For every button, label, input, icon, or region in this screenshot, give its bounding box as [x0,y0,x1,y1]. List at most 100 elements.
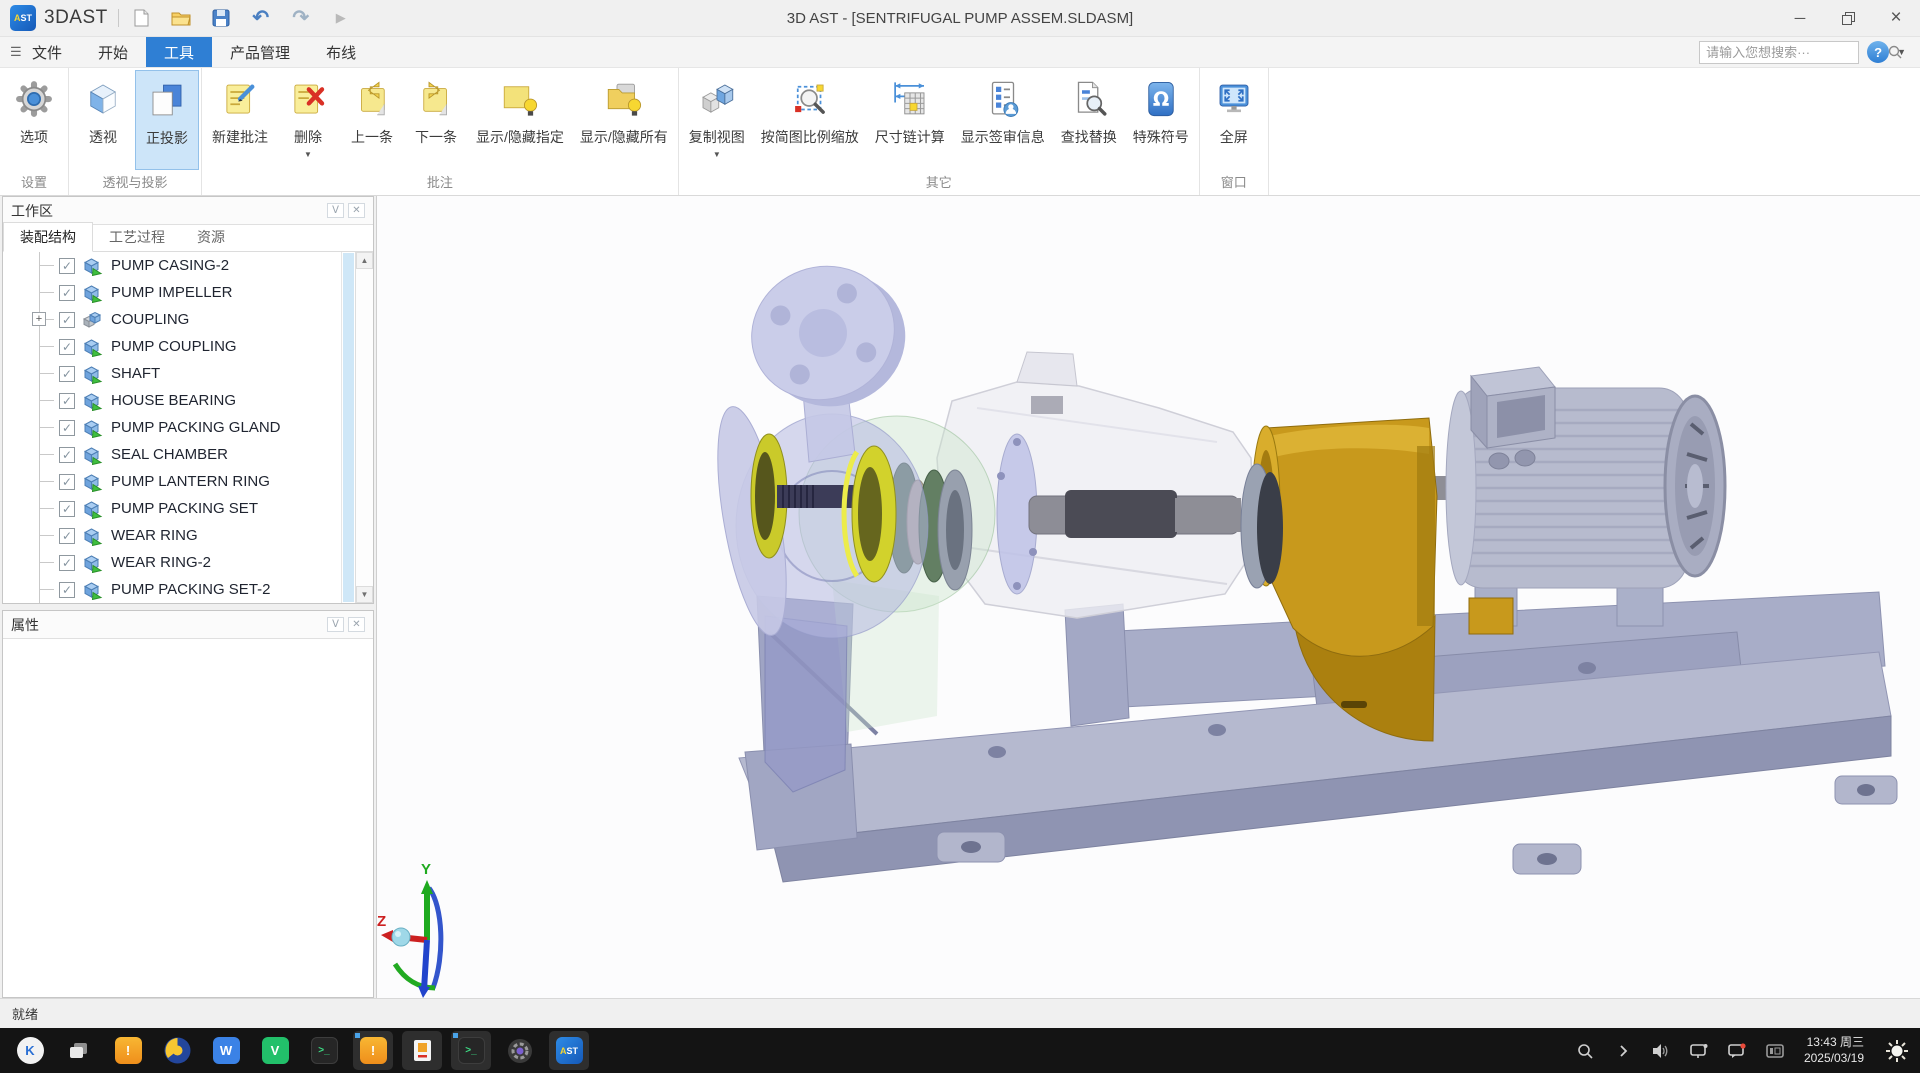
taskbar-ast[interactable]: AST [549,1031,589,1070]
tree-scrollbar-thumb[interactable] [341,252,355,603]
tree-item[interactable]: ✓WEAR RING-2 [3,549,341,576]
tree-item[interactable]: ✓PUMP CASING-2 [3,252,341,279]
scroll-up-icon[interactable]: ▲ [356,252,373,269]
help-button[interactable]: ? [1867,41,1889,63]
tab-home[interactable]: 开始 [80,37,146,67]
mounting-foot [937,832,1005,862]
tree-scrollbar[interactable]: ▲ ▼ [355,252,373,603]
zoom-by-diagram-scale-button[interactable]: 按简图比例缩放 [753,70,867,170]
undo-icon[interactable]: ↶ [249,6,273,30]
show-hide-all-button[interactable]: 显示/隐藏所有 [572,70,676,170]
perspective-button[interactable]: 透视 [71,70,135,170]
tree-item[interactable]: ✓PUMP IMPELLER [3,279,341,306]
panel-collapse-icon[interactable]: ᐯ [327,617,344,632]
taskbar-wps[interactable]: W [206,1031,246,1070]
tray-input-indicator-icon[interactable] [1766,1042,1784,1060]
dropdown-arrow-icon[interactable]: ▼ [713,150,721,159]
checkbox-checked-icon[interactable]: ✓ [59,285,75,301]
expand-icon[interactable]: + [32,312,46,326]
checkbox-checked-icon[interactable]: ✓ [59,582,75,598]
tree-item[interactable]: ✓PUMP LANTERN RING [3,468,341,495]
tray-expand-icon[interactable] [1614,1042,1632,1060]
previous-annotation-button[interactable]: 上一条 [340,70,404,170]
tab-product-management[interactable]: 产品管理 [212,37,308,67]
panel-collapse-icon[interactable]: ᐯ [327,203,344,218]
taskbar-app-gear[interactable] [500,1031,540,1070]
scroll-down-icon[interactable]: ▼ [356,586,373,603]
checkbox-checked-icon[interactable]: ✓ [59,501,75,517]
new-document-icon[interactable] [129,6,153,30]
minimize-button[interactable]: ─ [1776,0,1824,36]
workspace-panel: 工作区 ᐯ ✕ 装配结构 工艺过程 资源 ✓PUMP CASING-2✓PUMP… [2,196,374,604]
search-input[interactable] [1700,45,1888,60]
checkbox-checked-icon[interactable]: ✓ [59,474,75,490]
find-replace-button[interactable]: 查找替换 [1053,70,1125,170]
taskbar-doc-viewer[interactable] [402,1031,442,1070]
show-signoff-info-button[interactable]: 显示签审信息 [953,70,1053,170]
dimension-chain-button[interactable]: 尺寸链计算 [867,70,953,170]
tree-item[interactable]: ✓SEAL CHAMBER [3,441,341,468]
tree-item[interactable]: ✓PUMP PACKING SET-2 [3,576,341,603]
next-annotation-button[interactable]: 下一条 [404,70,468,170]
omega-symbol-icon: Ω [1138,76,1184,122]
checkbox-checked-icon[interactable]: ✓ [59,447,75,463]
tab-process[interactable]: 工艺过程 [93,223,181,251]
tray-notifications-icon[interactable] [1728,1042,1746,1060]
delete-annotation-button[interactable]: 删除 ▼ [276,70,340,170]
part-icon [81,526,103,546]
fullscreen-button[interactable]: 全屏 [1202,70,1266,170]
checkbox-checked-icon[interactable]: ✓ [59,312,75,328]
tab-resources[interactable]: 资源 [181,223,241,251]
redo-icon[interactable]: ↷ [289,6,313,30]
save-icon[interactable] [209,6,233,30]
taskbar-terminal[interactable]: >_ [304,1031,344,1070]
tray-display-connect-icon[interactable] [1690,1042,1708,1060]
show-hide-specified-button[interactable]: 显示/隐藏指定 [468,70,572,170]
help-dropdown-icon[interactable]: ▼ [1897,47,1906,57]
toolbar-more-icon[interactable]: ▶ [329,6,353,30]
checkbox-checked-icon[interactable]: ✓ [59,420,75,436]
options-button[interactable]: 选项 [2,70,66,170]
checkbox-checked-icon[interactable]: ✓ [59,339,75,355]
tab-routing[interactable]: 布线 [308,37,374,67]
tree-item[interactable]: ✓PUMP PACKING SET [3,495,341,522]
tree-item[interactable]: ✓SHAFT [3,360,341,387]
tree-item[interactable]: ✓HOUSE BEARING [3,387,341,414]
start-button[interactable]: K [10,1031,50,1070]
tree-item[interactable]: +✓COUPLING [3,306,341,333]
panel-close-icon[interactable]: ✕ [348,203,365,218]
close-button[interactable]: × [1872,0,1920,36]
tray-volume-icon[interactable] [1652,1042,1670,1060]
viewport-3d[interactable]: Y Z [377,196,1920,998]
dropdown-arrow-icon[interactable]: ▼ [304,150,312,159]
panel-close-icon[interactable]: ✕ [348,617,365,632]
taskbar-terminal-2[interactable]: >_ [451,1031,491,1070]
menu-icon[interactable]: ☰ [10,37,26,67]
open-file-icon[interactable] [169,6,193,30]
tree-item[interactable]: ✓WEAR RING [3,522,341,549]
checkbox-checked-icon[interactable]: ✓ [59,555,75,571]
tab-assembly-structure[interactable]: 装配结构 [3,222,93,252]
search-box[interactable] [1699,41,1859,64]
tab-tools[interactable]: 工具 [146,37,212,67]
checkbox-checked-icon[interactable]: ✓ [59,528,75,544]
restore-button[interactable] [1824,0,1872,36]
checkbox-checked-icon[interactable]: ✓ [59,258,75,274]
taskbar-app-orange[interactable]: ! [108,1031,148,1070]
checkbox-checked-icon[interactable]: ✓ [59,366,75,382]
new-annotation-button[interactable]: 新建批注 [204,70,276,170]
copy-view-button[interactable]: 复制视图 ▼ [681,70,753,170]
tray-search-icon[interactable] [1576,1042,1594,1060]
tray-theme-sun-icon[interactable] [1884,1038,1910,1064]
taskbar-app-green[interactable]: V [255,1031,295,1070]
tree-item[interactable]: ✓PUMP COUPLING [3,333,341,360]
tree-item[interactable]: ✓PUMP PACKING GLAND [3,414,341,441]
taskbar-app-orange-2[interactable]: ! [353,1031,393,1070]
special-symbols-button[interactable]: Ω 特殊符号 [1125,70,1197,170]
checkbox-checked-icon[interactable]: ✓ [59,393,75,409]
taskbar-clock[interactable]: 13:43 周三 2025/03/19 [1804,1035,1864,1066]
task-view-button[interactable] [59,1031,99,1070]
taskbar-app-swirl[interactable] [157,1031,197,1070]
menu-file[interactable]: 文件 [26,37,80,67]
orthographic-button[interactable]: 正投影 [135,70,199,170]
